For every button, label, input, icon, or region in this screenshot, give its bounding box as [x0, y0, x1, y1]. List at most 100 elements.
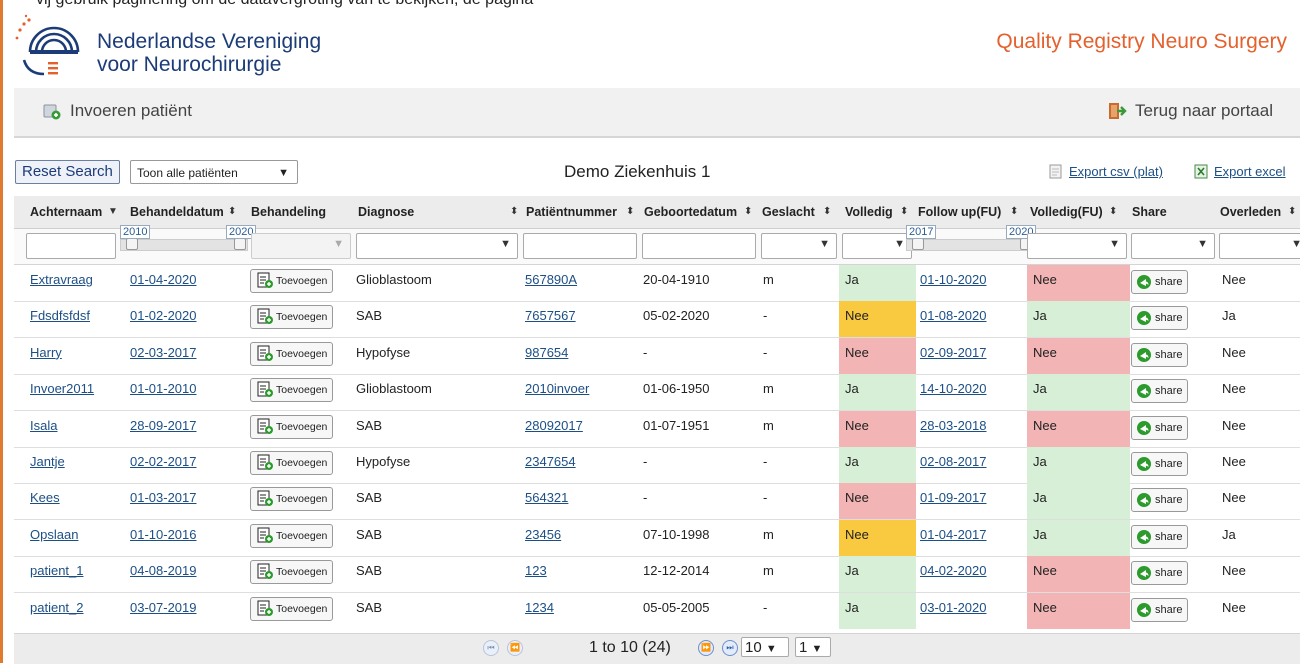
share-button[interactable]: share: [1131, 342, 1188, 367]
followup-link[interactable]: 04-02-2020: [920, 556, 987, 592]
behandeldatum-link[interactable]: 01-02-2020: [130, 301, 197, 337]
col-geslacht[interactable]: Geslacht: [762, 196, 815, 228]
sort-icon[interactable]: ⬍: [626, 196, 634, 228]
patientnummer-link[interactable]: 7657567: [525, 301, 576, 337]
achternaam-link[interactable]: Isala: [30, 411, 57, 447]
col-share[interactable]: Share: [1132, 196, 1167, 228]
achternaam-link[interactable]: Opslaan: [30, 520, 78, 556]
behandeldatum-range-slider[interactable]: 2010 2020: [120, 225, 257, 251]
col-achternaam[interactable]: Achternaam: [30, 196, 102, 228]
sort-icon[interactable]: ⬍: [1288, 196, 1296, 228]
toevoegen-button[interactable]: Toevoegen: [250, 414, 334, 439]
range-min-handle[interactable]: [912, 238, 924, 250]
sort-icon[interactable]: ⬍: [744, 196, 752, 228]
col-diagnose[interactable]: Diagnose: [358, 196, 414, 228]
col-volledig-fu[interactable]: Volledig(FU): [1030, 196, 1103, 228]
sort-icon[interactable]: ⬍: [1109, 196, 1117, 228]
col-patientnummer[interactable]: Patiëntnummer: [526, 196, 617, 228]
filter-geslacht-select[interactable]: ▼: [761, 233, 837, 259]
followup-link[interactable]: 28-03-2018: [920, 411, 987, 447]
share-button[interactable]: share: [1131, 415, 1188, 440]
toevoegen-button[interactable]: Toevoegen: [250, 523, 334, 548]
patient-filter-select[interactable]: Toon alle patiënten ▼: [130, 160, 298, 184]
share-button[interactable]: share: [1131, 524, 1188, 549]
share-button[interactable]: share: [1131, 597, 1188, 622]
sort-icon[interactable]: ⬍: [823, 196, 831, 228]
last-page-icon[interactable]: ⏭: [722, 640, 738, 656]
back-to-portal-link[interactable]: Terug naar portaal: [1107, 101, 1273, 121]
toevoegen-button[interactable]: Toevoegen: [250, 341, 334, 366]
range-max-handle[interactable]: [234, 238, 246, 250]
followup-link[interactable]: 03-01-2020: [920, 593, 987, 629]
toevoegen-button[interactable]: Toevoegen: [250, 269, 334, 293]
toevoegen-button[interactable]: Toevoegen: [250, 487, 334, 512]
achternaam-link[interactable]: Invoer2011: [30, 374, 94, 410]
col-behandeldatum[interactable]: Behandeldatum: [130, 196, 224, 228]
achternaam-link[interactable]: Harry: [30, 338, 62, 374]
behandeldatum-link[interactable]: 01-01-2010: [130, 374, 197, 410]
behandeldatum-link[interactable]: 28-09-2017: [130, 411, 197, 447]
behandeldatum-link[interactable]: 01-04-2020: [130, 265, 197, 301]
add-patient-link[interactable]: Invoeren patiënt: [42, 101, 192, 121]
export-csv-link[interactable]: Export csv (plat): [1049, 164, 1163, 179]
behandeldatum-link[interactable]: 01-03-2017: [130, 483, 197, 519]
page-select[interactable]: 1 ▼: [795, 637, 831, 657]
share-button[interactable]: share: [1131, 270, 1188, 294]
first-page-icon[interactable]: ⏮: [483, 640, 499, 656]
followup-range-slider[interactable]: 2017 2020: [906, 225, 1037, 251]
filter-patientnummer-input[interactable]: [523, 233, 637, 259]
patientnummer-link[interactable]: 23456: [525, 520, 561, 556]
filter-diagnose-select[interactable]: ▼: [356, 233, 518, 259]
patientnummer-link[interactable]: 123: [525, 556, 547, 592]
achternaam-link[interactable]: Jantje: [30, 447, 65, 483]
sort-icon[interactable]: ⬍: [1010, 196, 1018, 228]
sort-icon[interactable]: ⬍: [228, 196, 236, 228]
achternaam-link[interactable]: patient_1: [30, 556, 84, 592]
patientnummer-link[interactable]: 28092017: [525, 411, 583, 447]
followup-link[interactable]: 02-09-2017: [920, 338, 987, 374]
behandeldatum-link[interactable]: 04-08-2019: [130, 556, 197, 592]
followup-link[interactable]: 01-04-2017: [920, 520, 987, 556]
patientnummer-link[interactable]: 564321: [525, 483, 568, 519]
sort-icon[interactable]: ⬍: [510, 196, 518, 228]
filter-overleden-select[interactable]: ▼: [1219, 233, 1300, 259]
filter-volledig-fu-select[interactable]: ▼: [1027, 233, 1127, 259]
reset-search-button[interactable]: Reset Search: [15, 160, 120, 184]
patientnummer-link[interactable]: 987654: [525, 338, 568, 374]
behandeldatum-link[interactable]: 01-10-2016: [130, 520, 197, 556]
sort-icon[interactable]: ⬍: [900, 196, 908, 228]
achternaam-link[interactable]: Fdsdfsfdsf: [30, 301, 90, 337]
patientnummer-link[interactable]: 567890A: [525, 265, 577, 301]
share-button[interactable]: share: [1131, 452, 1188, 476]
next-page-icon[interactable]: ⏩: [698, 640, 714, 656]
filter-geboortedatum-input[interactable]: [642, 233, 756, 259]
toevoegen-button[interactable]: Toevoegen: [250, 305, 334, 330]
followup-link[interactable]: 01-08-2020: [920, 301, 987, 337]
followup-link[interactable]: 01-09-2017: [920, 483, 987, 519]
col-volledig[interactable]: Volledig: [845, 196, 893, 228]
col-geboortedatum[interactable]: Geboortedatum: [644, 196, 737, 228]
toevoegen-button[interactable]: Toevoegen: [250, 378, 334, 403]
followup-link[interactable]: 01-10-2020: [920, 265, 987, 301]
range-min-handle[interactable]: [126, 238, 138, 250]
toevoegen-button[interactable]: Toevoegen: [250, 596, 334, 621]
followup-link[interactable]: 14-10-2020: [920, 374, 987, 410]
sort-desc-icon[interactable]: ▼: [108, 196, 118, 228]
prev-page-icon[interactable]: ⏪: [507, 640, 523, 656]
filter-behandeling-select[interactable]: ▼: [251, 233, 351, 259]
filter-achternaam-input[interactable]: [26, 233, 116, 259]
col-overleden[interactable]: Overleden: [1220, 196, 1281, 228]
behandeldatum-link[interactable]: 02-02-2017: [130, 447, 197, 483]
achternaam-link[interactable]: Extravraag: [30, 265, 93, 301]
col-followup[interactable]: Follow up(FU): [918, 196, 1001, 228]
achternaam-link[interactable]: patient_2: [30, 593, 84, 629]
share-button[interactable]: share: [1131, 561, 1188, 586]
patientnummer-link[interactable]: 1234: [525, 593, 554, 629]
followup-link[interactable]: 02-08-2017: [920, 447, 987, 483]
toevoegen-button[interactable]: Toevoegen: [250, 451, 334, 475]
col-behandeling[interactable]: Behandeling: [251, 196, 326, 228]
filter-volledig-select[interactable]: ▼: [842, 233, 912, 259]
share-button[interactable]: share: [1131, 379, 1188, 404]
share-button[interactable]: share: [1131, 306, 1188, 331]
behandeldatum-link[interactable]: 03-07-2019: [130, 593, 197, 629]
